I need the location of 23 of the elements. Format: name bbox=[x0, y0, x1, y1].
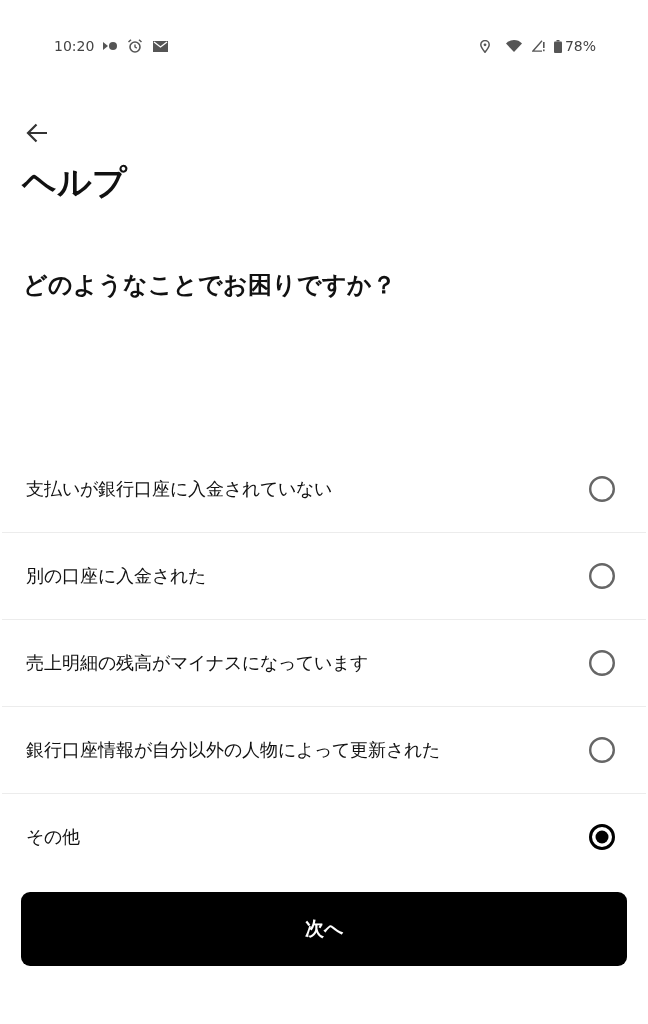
back-icon[interactable] bbox=[26, 123, 48, 143]
radio-button[interactable] bbox=[589, 563, 615, 589]
location-pin-icon bbox=[479, 39, 490, 53]
radio-button[interactable] bbox=[589, 737, 615, 763]
next-button[interactable]: 次へ bbox=[21, 892, 627, 966]
wifi-icon bbox=[505, 40, 522, 52]
option-label: 支払いが銀行口座に入金されていない bbox=[26, 477, 332, 501]
mail-icon bbox=[153, 40, 169, 52]
radio-button[interactable] bbox=[589, 824, 615, 850]
signal-icon bbox=[531, 40, 545, 52]
option-label: 売上明細の残高がマイナスになっています bbox=[26, 651, 368, 675]
option-label: 銀行口座情報が自分以外の人物によって更新された bbox=[26, 738, 440, 762]
alarm-clock-icon bbox=[128, 39, 143, 53]
option-label: 別の口座に入金された bbox=[26, 564, 206, 588]
question-heading: どのようなことでお困りですか？ bbox=[22, 270, 397, 301]
radio-button[interactable] bbox=[589, 476, 615, 502]
option-label: その他 bbox=[26, 825, 80, 849]
battery-icon bbox=[553, 39, 562, 53]
play-record-icon bbox=[103, 42, 118, 50]
page-title: ヘルプ bbox=[20, 161, 129, 203]
status-time: 10:20 bbox=[54, 38, 95, 54]
battery-percent: 78% bbox=[564, 38, 596, 54]
radio-button[interactable] bbox=[589, 650, 615, 676]
